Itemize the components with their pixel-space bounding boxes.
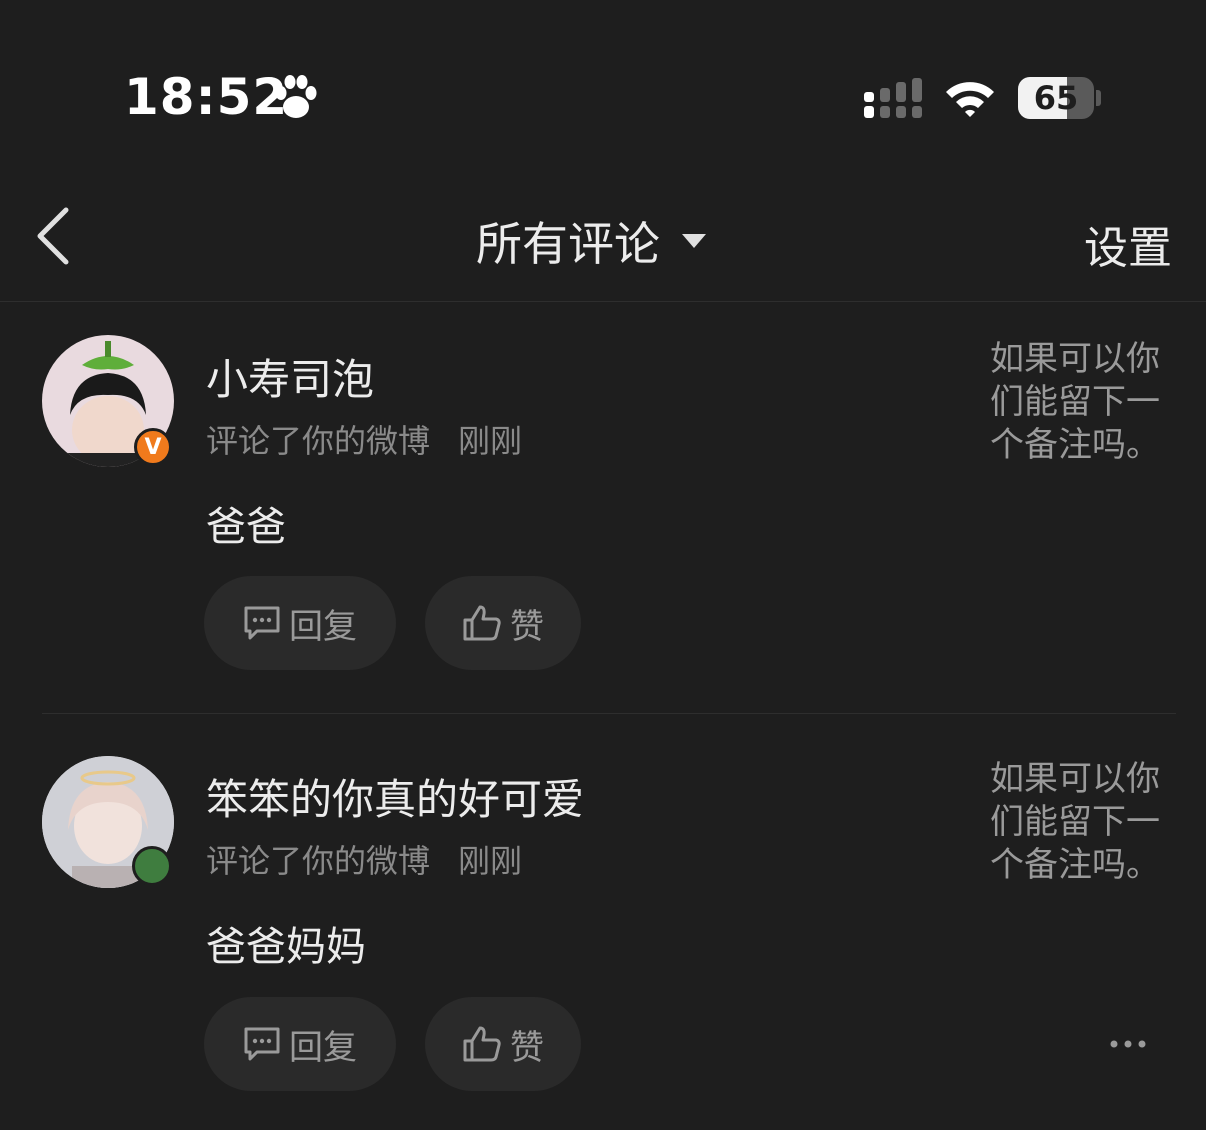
comment-meta: 评论了你的微博 刚刚 (206, 836, 522, 882)
comment-meta: 评论了你的微博 刚刚 (206, 416, 522, 462)
status-time: 18:52 (124, 68, 289, 126)
reply-button[interactable]: 回复 (204, 576, 396, 670)
like-button[interactable]: 赞 (425, 997, 581, 1091)
cellular-signal-icon (864, 78, 922, 118)
comment-action: 评论了你的微博 (206, 842, 431, 880)
comment-time: 刚刚 (458, 842, 523, 880)
comment-username[interactable]: 小寿司泡 (206, 346, 374, 407)
comment-text: 爸爸 (206, 504, 286, 550)
settings-button[interactable]: 设置 (1084, 212, 1172, 276)
thumbs-up-icon (463, 1026, 501, 1062)
battery-level: 65 (1033, 79, 1079, 117)
verified-badge: V (134, 428, 172, 466)
reply-button[interactable]: 回复 (204, 997, 396, 1091)
back-chevron-icon[interactable] (34, 206, 74, 266)
comment-time: 刚刚 (458, 422, 523, 460)
page-title: 所有评论 (476, 217, 660, 271)
quoted-post-preview[interactable]: 如果可以你们能留下一个备注吗。 (990, 338, 1174, 467)
comment-bubble-icon (244, 606, 280, 640)
comment-username[interactable]: 笨笨的你真的好可爱 (206, 766, 584, 827)
status-bar: 18:52 65 (0, 0, 1206, 190)
more-options-icon[interactable] (1108, 1038, 1148, 1050)
comment-bubble-icon (244, 1027, 280, 1061)
caret-down-icon (682, 234, 706, 248)
verified-badge-text: V (144, 434, 162, 460)
reply-label: 回复 (289, 1027, 357, 1068)
thumbs-up-icon (463, 605, 501, 641)
online-status-badge (132, 846, 172, 886)
comment-item[interactable]: V 小寿司泡 评论了你的微博 刚刚 爸爸 如果可以你们能留下一个备注吗。 回复 赞 (0, 302, 1206, 714)
comment-filter-dropdown[interactable]: 所有评论 (476, 208, 706, 274)
paw-icon (275, 75, 317, 118)
quoted-post-preview[interactable]: 如果可以你们能留下一个备注吗。 (990, 758, 1174, 887)
like-label: 赞 (510, 1027, 544, 1068)
like-button[interactable]: 赞 (425, 576, 581, 670)
comment-item[interactable]: 笨笨的你真的好可爱 评论了你的微博 刚刚 爸爸妈妈 如果可以你们能留下一个备注吗。… (0, 714, 1206, 1130)
battery-icon: 65 (1018, 77, 1094, 119)
wifi-icon (946, 82, 994, 117)
reply-label: 回复 (289, 606, 357, 647)
comment-text: 爸爸妈妈 (206, 924, 366, 970)
like-label: 赞 (510, 606, 544, 647)
comment-action: 评论了你的微博 (206, 422, 431, 460)
nav-bar: 所有评论 设置 (0, 190, 1206, 302)
battery-tip (1096, 90, 1101, 106)
